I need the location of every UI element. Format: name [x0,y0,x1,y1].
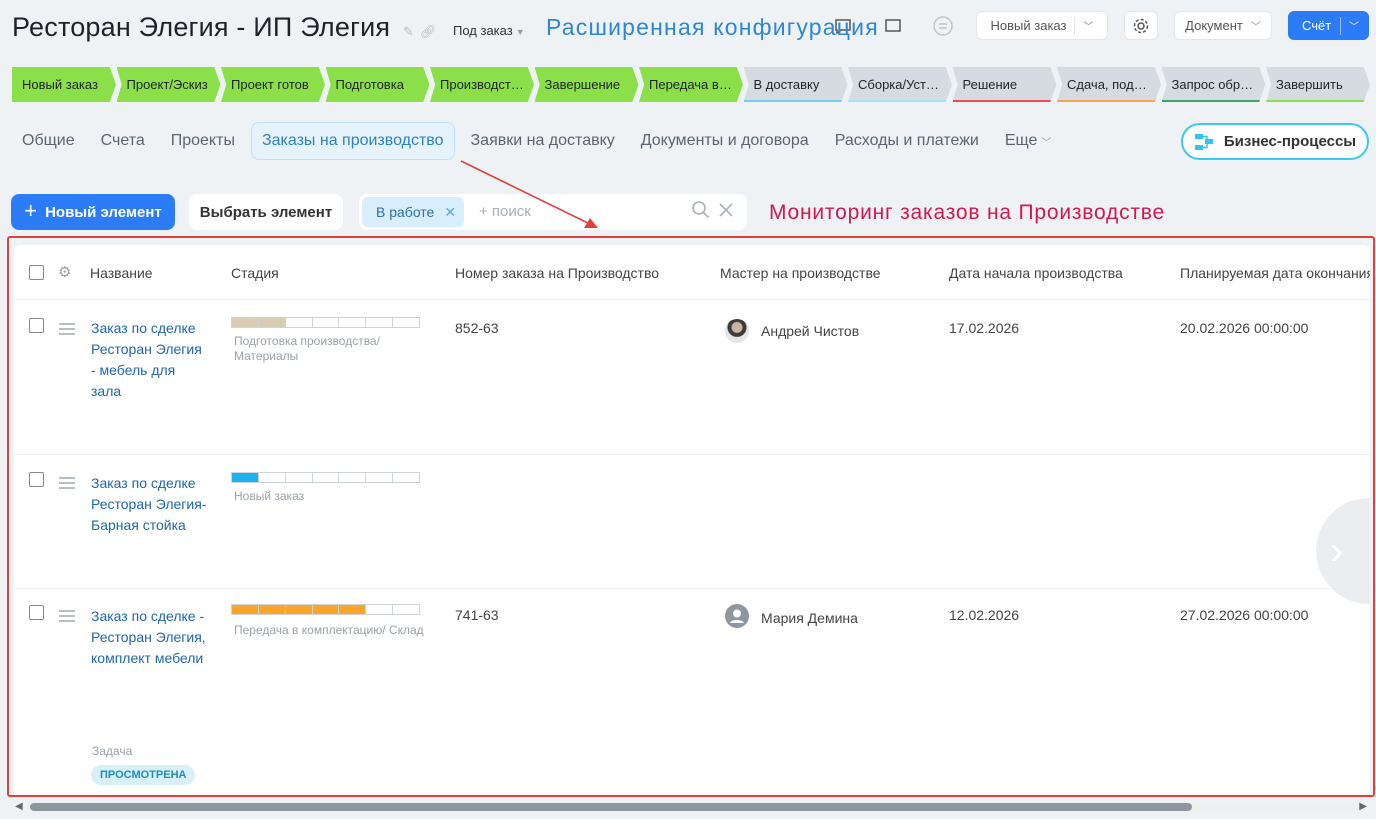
status-badge: ПРОСМОТРЕНА [91,765,196,785]
start-date: 17.02.2026 [949,320,1020,336]
row-checkbox[interactable] [29,605,44,620]
master-name[interactable]: Мария Демина [761,610,858,626]
user-placeholder-icon [725,604,749,628]
select-all-checkbox[interactable] [29,265,44,280]
drag-handle-icon[interactable] [59,323,75,338]
stage-progress-segment [393,473,419,482]
stage-progress-segment [339,473,367,482]
row-checkbox[interactable] [29,472,44,487]
grid-header: ⚙ Название Стадия Номер заказа на Произв… [14,245,1370,300]
planned-end-date: 27.02.2026 00:00:00 [1180,607,1309,623]
stage-progress-segment [259,473,286,482]
stage-progress-segment [258,605,286,614]
stage-progress-segment [339,318,367,327]
stage-progress-segment [366,318,394,327]
column-master[interactable]: Мастер на производстве [720,265,930,281]
column-planned-end[interactable]: Планируемая дата окончания [1180,265,1370,281]
grid-highlight-frame: ⚙ Название Стадия Номер заказа на Произв… [7,236,1375,797]
stage-progress-segment [232,605,259,614]
stage-progress-bar[interactable] [231,604,420,615]
column-start-date[interactable]: Дата начала производства [949,265,1144,281]
stage-progress-segment [258,318,286,327]
column-stage[interactable]: Стадия [231,265,431,281]
scroll-thumb[interactable] [30,803,1192,811]
chevron-right-icon: › [1330,528,1344,573]
stage-progress-segment [393,605,419,614]
order-number: 741-63 [455,607,499,623]
table-row[interactable]: Заказ по сделке Ресторан Элегия- Барная … [14,455,1370,589]
stage-progress-segment [232,473,259,482]
row-checkbox[interactable] [29,318,44,333]
row-name-link[interactable]: Заказ по сделке - Ресторан Элегия, компл… [91,606,209,669]
stage-progress-segment [285,605,313,614]
master-name[interactable]: Андрей Чистов [761,323,859,339]
stage-progress-segment [286,473,313,482]
row-name-link[interactable]: Заказ по сделке Ресторан Элегия- Барная … [91,473,209,536]
drag-handle-icon[interactable] [59,610,75,625]
stage-label: Передача в комплектацию/ Склад [234,623,424,637]
column-settings-icon[interactable]: ⚙ [58,263,71,281]
stage-progress-bar[interactable] [231,317,420,328]
table-row[interactable]: Заказ по сделке Ресторан Элегия - мебель… [14,300,1370,455]
stage-progress-segment [232,318,259,327]
stage-progress-segment [393,318,419,327]
scroll-right-arrow-icon[interactable]: ▶ [1359,801,1367,812]
table-row[interactable]: Заказ по сделке - Ресторан Элегия, компл… [14,589,1370,795]
stage-progress-segment [339,605,367,614]
stage-progress-segment [366,605,394,614]
activity-type-label: Задача [92,744,133,758]
orders-grid: ⚙ Название Стадия Номер заказа на Произв… [14,245,1370,795]
stage-label: Подготовка производства/ Материалы [234,334,380,363]
stage-progress-segment [313,473,340,482]
horizontal-scrollbar[interactable]: ◀ ▶ [12,800,1370,814]
column-name[interactable]: Название [90,265,210,281]
scroll-left-arrow-icon[interactable]: ◀ [15,801,23,812]
stage-progress-segment [313,318,340,327]
row-name-link[interactable]: Заказ по сделке Ресторан Элегия - мебель… [91,318,209,402]
stage-label: Новый заказ [234,489,305,503]
drag-handle-icon[interactable] [59,477,75,492]
start-date: 12.02.2026 [949,607,1020,623]
avatar [725,319,749,343]
stage-progress-bar[interactable] [231,472,420,483]
order-number: 852-63 [455,320,499,336]
stage-progress-segment [312,605,340,614]
stage-progress-segment [366,473,394,482]
stage-progress-segment [286,318,313,327]
column-order-number[interactable]: Номер заказа на Производство [455,265,683,281]
planned-end-date: 20.02.2026 00:00:00 [1180,320,1309,336]
